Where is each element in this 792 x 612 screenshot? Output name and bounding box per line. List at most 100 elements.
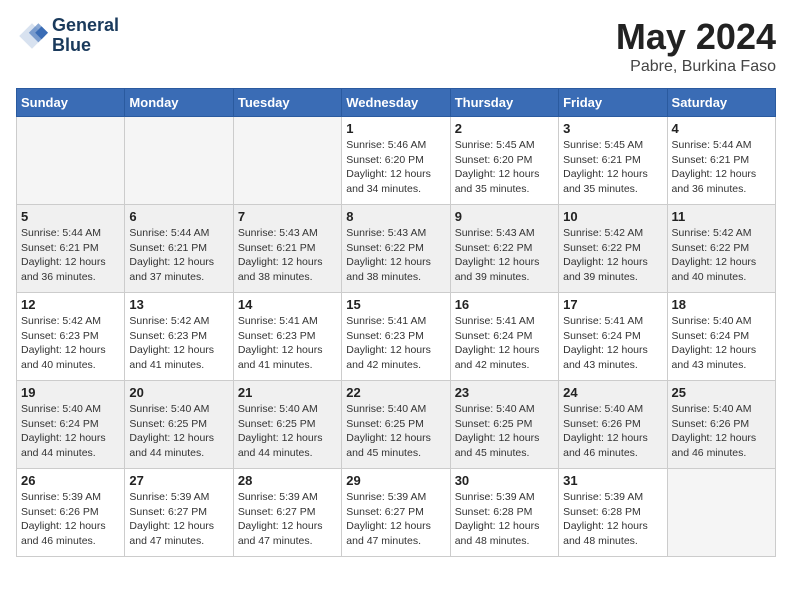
day-number: 23 [455,385,554,400]
day-number: 21 [238,385,337,400]
calendar-day: 7 Sunrise: 5:43 AM Sunset: 6:21 PM Daylig… [233,205,341,293]
calendar-day: 1 Sunrise: 5:46 AM Sunset: 6:20 PM Daylig… [342,117,450,205]
day-info: Sunrise: 5:40 AM Sunset: 6:25 PM Dayligh… [455,402,554,461]
location: Pabre, Burkina Faso [616,58,776,76]
calendar-day: 6 Sunrise: 5:44 AM Sunset: 6:21 PM Daylig… [125,205,233,293]
day-info: Sunrise: 5:39 AM Sunset: 6:27 PM Dayligh… [129,490,228,549]
day-number: 20 [129,385,228,400]
calendar-week-row: 1 Sunrise: 5:46 AM Sunset: 6:20 PM Daylig… [17,117,776,205]
day-number: 28 [238,473,337,488]
day-number: 8 [346,209,445,224]
day-info: Sunrise: 5:39 AM Sunset: 6:28 PM Dayligh… [563,490,662,549]
calendar-week-row: 12 Sunrise: 5:42 AM Sunset: 6:23 PM Dayli… [17,293,776,381]
calendar-day: 13 Sunrise: 5:42 AM Sunset: 6:23 PM Dayli… [125,293,233,381]
day-number: 19 [21,385,120,400]
calendar-day: 10 Sunrise: 5:42 AM Sunset: 6:22 PM Dayli… [559,205,667,293]
day-info: Sunrise: 5:41 AM Sunset: 6:23 PM Dayligh… [346,314,445,373]
weekday-header: Saturday [667,89,775,117]
calendar-day: 16 Sunrise: 5:41 AM Sunset: 6:24 PM Dayli… [450,293,558,381]
day-number: 13 [129,297,228,312]
day-number: 29 [346,473,445,488]
day-info: Sunrise: 5:45 AM Sunset: 6:21 PM Dayligh… [563,138,662,197]
calendar-day: 8 Sunrise: 5:43 AM Sunset: 6:22 PM Daylig… [342,205,450,293]
day-number: 31 [563,473,662,488]
day-number: 12 [21,297,120,312]
day-number: 11 [672,209,771,224]
calendar-day: 24Sunrise: 5:40 AM Sunset: 6:26 PM Dayli… [559,381,667,469]
day-info: Sunrise: 5:40 AM Sunset: 6:24 PM Dayligh… [21,402,120,461]
day-info: Sunrise: 5:43 AM Sunset: 6:21 PM Dayligh… [238,226,337,285]
day-info: Sunrise: 5:39 AM Sunset: 6:28 PM Dayligh… [455,490,554,549]
calendar-day: 15 Sunrise: 5:41 AM Sunset: 6:23 PM Dayli… [342,293,450,381]
day-info: Sunrise: 5:40 AM Sunset: 6:24 PM Dayligh… [672,314,771,373]
day-number: 27 [129,473,228,488]
calendar-day: 11 Sunrise: 5:42 AM Sunset: 6:22 PM Dayli… [667,205,775,293]
calendar-day: 12 Sunrise: 5:42 AM Sunset: 6:23 PM Dayli… [17,293,125,381]
day-info: Sunrise: 5:41 AM Sunset: 6:24 PM Dayligh… [563,314,662,373]
calendar-day: 4Sunrise: 5:44 AM Sunset: 6:21 PM Daylig… [667,117,775,205]
calendar-day [125,117,233,205]
day-info: Sunrise: 5:42 AM Sunset: 6:23 PM Dayligh… [21,314,120,373]
day-info: Sunrise: 5:40 AM Sunset: 6:25 PM Dayligh… [129,402,228,461]
calendar-day: 14Sunrise: 5:41 AM Sunset: 6:23 PM Dayli… [233,293,341,381]
calendar-day: 20 Sunrise: 5:40 AM Sunset: 6:25 PM Dayli… [125,381,233,469]
day-info: Sunrise: 5:40 AM Sunset: 6:25 PM Dayligh… [346,402,445,461]
weekday-header: Tuesday [233,89,341,117]
day-number: 7 [238,209,337,224]
logo-text: General Blue [52,16,119,56]
calendar-day: 17Sunrise: 5:41 AM Sunset: 6:24 PM Dayli… [559,293,667,381]
day-info: Sunrise: 5:43 AM Sunset: 6:22 PM Dayligh… [455,226,554,285]
day-number: 2 [455,121,554,136]
day-number: 18 [672,297,771,312]
day-info: Sunrise: 5:46 AM Sunset: 6:20 PM Dayligh… [346,138,445,197]
day-info: Sunrise: 5:41 AM Sunset: 6:23 PM Dayligh… [238,314,337,373]
day-info: Sunrise: 5:44 AM Sunset: 6:21 PM Dayligh… [21,226,120,285]
calendar-day: 19 Sunrise: 5:40 AM Sunset: 6:24 PM Dayli… [17,381,125,469]
day-info: Sunrise: 5:43 AM Sunset: 6:22 PM Dayligh… [346,226,445,285]
day-info: Sunrise: 5:40 AM Sunset: 6:26 PM Dayligh… [672,402,771,461]
day-number: 10 [563,209,662,224]
calendar-day: 29 Sunrise: 5:39 AM Sunset: 6:27 PM Dayli… [342,469,450,557]
calendar-day: 23 Sunrise: 5:40 AM Sunset: 6:25 PM Dayli… [450,381,558,469]
day-info: Sunrise: 5:42 AM Sunset: 6:23 PM Dayligh… [129,314,228,373]
day-info: Sunrise: 5:42 AM Sunset: 6:22 PM Dayligh… [672,226,771,285]
weekday-header: Wednesday [342,89,450,117]
day-info: Sunrise: 5:45 AM Sunset: 6:20 PM Dayligh… [455,138,554,197]
day-info: Sunrise: 5:40 AM Sunset: 6:25 PM Dayligh… [238,402,337,461]
day-number: 25 [672,385,771,400]
day-number: 1 [346,121,445,136]
calendar-day: 3Sunrise: 5:45 AM Sunset: 6:21 PM Daylig… [559,117,667,205]
day-number: 22 [346,385,445,400]
calendar-day: 22 Sunrise: 5:40 AM Sunset: 6:25 PM Dayli… [342,381,450,469]
month-title: May 2024 [616,16,776,58]
day-info: Sunrise: 5:39 AM Sunset: 6:27 PM Dayligh… [346,490,445,549]
calendar-week-row: 19 Sunrise: 5:40 AM Sunset: 6:24 PM Dayli… [17,381,776,469]
calendar-day [667,469,775,557]
calendar-day: 30 Sunrise: 5:39 AM Sunset: 6:28 PM Dayli… [450,469,558,557]
calendar-day: 25 Sunrise: 5:40 AM Sunset: 6:26 PM Dayli… [667,381,775,469]
logo-icon [16,20,48,52]
weekday-header: Friday [559,89,667,117]
weekday-header: Sunday [17,89,125,117]
calendar-day: 18 Sunrise: 5:40 AM Sunset: 6:24 PM Dayli… [667,293,775,381]
weekday-header-row: SundayMondayTuesdayWednesdayThursdayFrid… [17,89,776,117]
calendar-day: 5Sunrise: 5:44 AM Sunset: 6:21 PM Daylig… [17,205,125,293]
calendar: SundayMondayTuesdayWednesdayThursdayFrid… [16,88,776,557]
day-number: 9 [455,209,554,224]
day-number: 6 [129,209,228,224]
calendar-day: 28Sunrise: 5:39 AM Sunset: 6:27 PM Dayli… [233,469,341,557]
title-block: May 2024 Pabre, Burkina Faso [616,16,776,76]
day-number: 15 [346,297,445,312]
calendar-week-row: 5Sunrise: 5:44 AM Sunset: 6:21 PM Daylig… [17,205,776,293]
day-info: Sunrise: 5:44 AM Sunset: 6:21 PM Dayligh… [129,226,228,285]
day-info: Sunrise: 5:41 AM Sunset: 6:24 PM Dayligh… [455,314,554,373]
day-number: 26 [21,473,120,488]
page-header: General Blue May 2024 Pabre, Burkina Fas… [16,16,776,76]
calendar-day [17,117,125,205]
day-number: 16 [455,297,554,312]
day-number: 24 [563,385,662,400]
calendar-day: 26Sunrise: 5:39 AM Sunset: 6:26 PM Dayli… [17,469,125,557]
calendar-week-row: 26Sunrise: 5:39 AM Sunset: 6:26 PM Dayli… [17,469,776,557]
day-info: Sunrise: 5:42 AM Sunset: 6:22 PM Dayligh… [563,226,662,285]
day-number: 30 [455,473,554,488]
